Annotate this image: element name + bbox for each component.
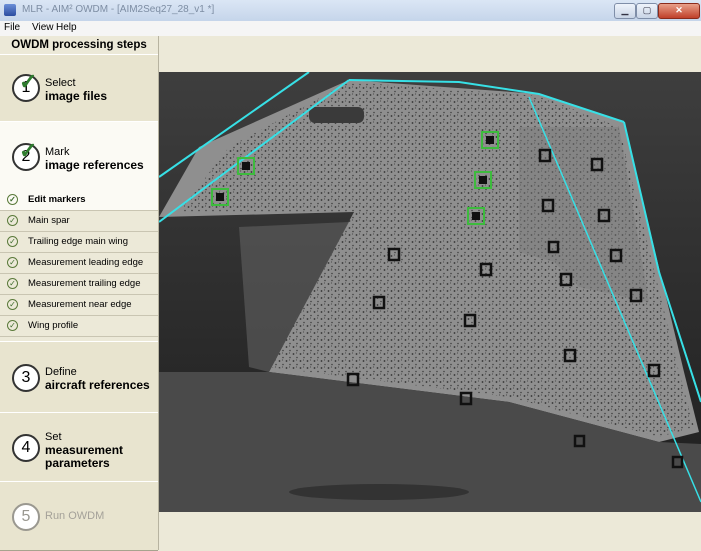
step-select-image-files[interactable]: 1 ✓ Select image files xyxy=(0,54,158,122)
step-1-done-icon: 1 ✓ xyxy=(12,70,40,102)
check-circle-icon: ✓ xyxy=(7,299,18,310)
step-2-line1: Mark xyxy=(45,146,70,158)
substep-measurement-leading-edge[interactable]: ✓ Measurement leading edge xyxy=(0,253,158,274)
checkmark-icon: ✓ xyxy=(19,138,38,163)
minimize-button[interactable]: ▁ xyxy=(614,3,636,19)
menu-view[interactable]: View xyxy=(32,22,54,33)
access-panel xyxy=(309,107,364,123)
step-3-line2: aircraft references xyxy=(45,378,150,392)
step-4-line2: measurement parameters xyxy=(45,443,124,470)
menu-help[interactable]: Help xyxy=(56,22,77,33)
wing-photo-canvas[interactable] xyxy=(159,72,701,512)
step-1-line1: Select xyxy=(45,77,76,89)
maximize-button[interactable]: ▢ xyxy=(636,3,658,19)
checkmark-icon: ✓ xyxy=(19,69,38,94)
check-circle-icon: ✓ xyxy=(7,257,18,268)
step-mark-image-references[interactable]: 2 ✓ Mark image references xyxy=(0,121,158,191)
substep-trailing-edge-main-wing[interactable]: ✓ Trailing edge main wing xyxy=(0,232,158,253)
substep-main-spar[interactable]: ✓ Main spar xyxy=(0,211,158,232)
step-2-done-icon: 2 ✓ xyxy=(12,139,40,171)
step-run-owdm[interactable]: 5 Run OWDM xyxy=(0,481,158,551)
check-circle-icon: ✓ xyxy=(7,194,18,205)
step-define-aircraft-references[interactable]: 3 Define aircraft references xyxy=(0,341,158,413)
app-icon xyxy=(4,4,16,16)
check-circle-icon: ✓ xyxy=(7,278,18,289)
processing-steps-sidebar: OWDM processing steps 1 ✓ Select image fi… xyxy=(0,36,159,551)
step-2-line2: image references xyxy=(45,158,144,172)
substep-edit-markers[interactable]: ✓ Edit markers xyxy=(0,190,158,211)
step-set-measurement-parameters[interactable]: 4 Set measurement parameters xyxy=(0,412,158,482)
menu-bar: File View Help xyxy=(0,21,701,37)
check-circle-icon: ✓ xyxy=(7,215,18,226)
image-workspace xyxy=(159,36,701,550)
step-1-line2: image files xyxy=(45,89,108,103)
window-title: MLR - AIM² OWDM - [AIM2Seq27_28_v1 *] xyxy=(22,4,215,15)
step-3-number-icon: 3 xyxy=(12,364,40,392)
check-circle-icon: ✓ xyxy=(7,320,18,331)
step-4-line1: Set xyxy=(45,431,62,443)
substep-measurement-trailing-edge[interactable]: ✓ Measurement trailing edge xyxy=(0,274,158,295)
step-3-line1: Define xyxy=(45,366,77,378)
step-4-number-icon: 4 xyxy=(12,434,40,462)
substep-wing-profile[interactable]: ✓ Wing profile xyxy=(0,316,158,337)
ground-detail xyxy=(289,484,469,500)
step-5-number-icon: 5 xyxy=(12,503,40,531)
step-5-line1: Run OWDM xyxy=(45,510,105,522)
title-bar: MLR - AIM² OWDM - [AIM2Seq27_28_v1 *] ▁ … xyxy=(0,0,701,22)
check-circle-icon: ✓ xyxy=(7,236,18,247)
substep-measurement-near-edge[interactable]: ✓ Measurement near edge xyxy=(0,295,158,316)
sidebar-header: OWDM processing steps xyxy=(11,39,147,51)
menu-file[interactable]: File xyxy=(4,22,20,33)
close-button[interactable]: ✕ xyxy=(658,3,700,19)
